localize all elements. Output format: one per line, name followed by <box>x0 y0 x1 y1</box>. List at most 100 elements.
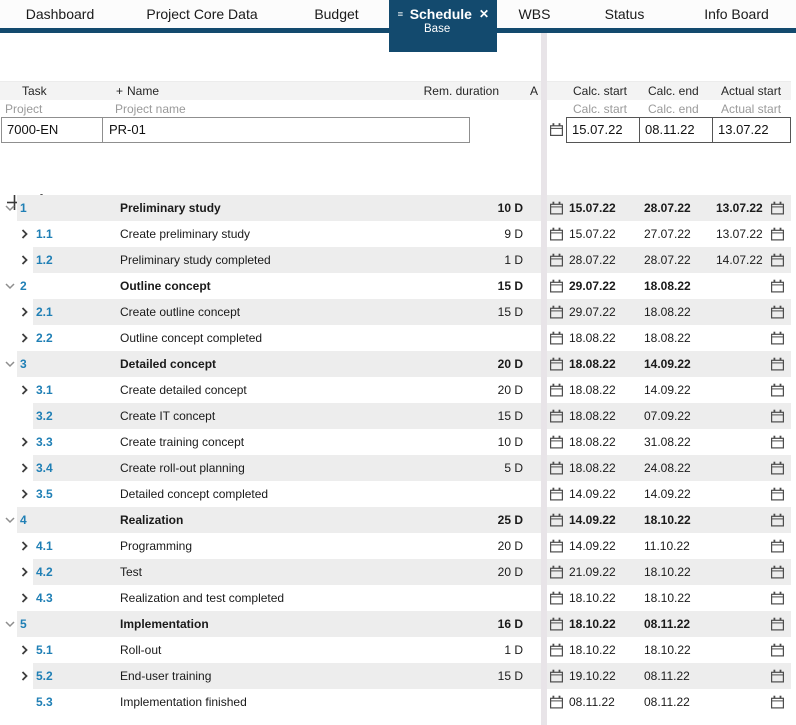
task-calc-start[interactable]: 14.09.22 <box>569 487 616 501</box>
chevron-down-icon[interactable] <box>5 205 15 212</box>
task-row[interactable]: 4.1 Programming 20 D <box>0 533 541 559</box>
task-row[interactable]: 3 Detailed concept 20 D <box>0 351 541 377</box>
header-plus-icon[interactable]: + <box>116 84 123 98</box>
task-dates-row[interactable]: 08.11.22 08.11.22 <box>547 689 791 715</box>
project-id-field[interactable]: 7000-EN <box>2 118 103 142</box>
tab-budget[interactable]: Budget <box>284 0 389 28</box>
calendar-icon[interactable] <box>771 487 784 501</box>
calendar-icon[interactable] <box>771 617 784 631</box>
task-calc-start[interactable]: 14.09.22 <box>569 513 616 527</box>
task-row[interactable]: 5.1 Roll-out 1 D <box>0 637 541 663</box>
task-calc-start[interactable]: 18.08.22 <box>569 461 616 475</box>
task-calc-start[interactable]: 28.07.22 <box>569 253 616 267</box>
tab-wbs[interactable]: WBS <box>497 0 572 28</box>
task-calc-end[interactable]: 18.10.22 <box>644 513 691 527</box>
tab-schedule[interactable]: Schedule ✕ Base <box>389 0 497 52</box>
task-calc-end[interactable]: 14.09.22 <box>644 383 691 397</box>
task-dates-row[interactable]: 21.09.22 18.10.22 <box>547 559 791 585</box>
task-duration[interactable]: 15 D <box>498 409 523 423</box>
task-name[interactable]: Realization and test completed <box>120 591 284 605</box>
task-calc-start[interactable]: 18.10.22 <box>569 617 616 631</box>
calendar-icon[interactable] <box>550 383 563 397</box>
tab-dashboard[interactable]: Dashboard <box>0 0 120 28</box>
task-duration[interactable]: 16 D <box>498 617 523 631</box>
calendar-icon[interactable] <box>771 253 784 267</box>
chevron-right-icon[interactable] <box>21 307 28 317</box>
task-calc-end[interactable]: 18.08.22 <box>644 279 691 293</box>
task-calc-end[interactable]: 27.07.22 <box>644 227 691 241</box>
calendar-icon[interactable] <box>771 461 784 475</box>
hamburger-icon[interactable] <box>398 8 403 20</box>
task-row[interactable]: 3.2 Create IT concept 15 D <box>0 403 541 429</box>
task-calc-start[interactable]: 15.07.22 <box>569 201 616 215</box>
task-row[interactable]: 5.3 Implementation finished <box>0 689 541 715</box>
task-dates-row[interactable]: 29.07.22 18.08.22 <box>547 273 791 299</box>
task-calc-start[interactable]: 18.08.22 <box>569 357 616 371</box>
task-name[interactable]: Preliminary study <box>120 201 221 215</box>
task-row[interactable]: 4.2 Test 20 D <box>0 559 541 585</box>
task-name[interactable]: Create detailed concept <box>120 383 247 397</box>
task-duration[interactable]: 10 D <box>498 201 523 215</box>
task-name[interactable]: Create preliminary study <box>120 227 250 241</box>
calendar-icon[interactable] <box>550 487 563 501</box>
task-duration[interactable]: 15 D <box>498 279 523 293</box>
task-name[interactable]: Detailed concept completed <box>120 487 268 501</box>
project-calc-start-field[interactable]: 15.07.22 <box>566 117 640 143</box>
chevron-down-icon[interactable] <box>5 361 15 368</box>
task-dates-row[interactable]: 15.07.22 28.07.22 13.07.22 <box>547 195 791 221</box>
task-dates-row[interactable]: 18.08.22 18.08.22 <box>547 325 791 351</box>
task-row[interactable]: 1.1 Create preliminary study 9 D <box>0 221 541 247</box>
calendar-icon[interactable] <box>550 591 563 605</box>
task-name[interactable]: Test <box>120 565 142 579</box>
task-name[interactable]: Implementation finished <box>120 695 247 709</box>
tab-project-core-data[interactable]: Project Core Data <box>120 0 284 28</box>
task-calc-end[interactable]: 14.09.22 <box>644 487 691 501</box>
calendar-icon[interactable] <box>550 227 563 241</box>
task-actual-start[interactable]: 14.07.22 <box>716 253 763 267</box>
task-calc-start[interactable]: 15.07.22 <box>569 227 616 241</box>
chevron-right-icon[interactable] <box>21 385 28 395</box>
calendar-icon[interactable] <box>771 201 784 215</box>
calendar-icon[interactable] <box>771 331 784 345</box>
chevron-right-icon[interactable] <box>21 437 28 447</box>
task-dates-row[interactable]: 14.09.22 11.10.22 <box>547 533 791 559</box>
task-name[interactable]: Realization <box>120 513 183 527</box>
chevron-right-icon[interactable] <box>21 333 28 343</box>
task-row[interactable]: 2.2 Outline concept completed <box>0 325 541 351</box>
task-name[interactable]: Outline concept completed <box>120 331 262 345</box>
column-header-truncated[interactable]: A <box>530 84 538 98</box>
calendar-icon[interactable] <box>550 253 563 267</box>
task-calc-end[interactable]: 08.11.22 <box>644 695 690 709</box>
task-name[interactable]: Detailed concept <box>120 357 216 371</box>
task-calc-end[interactable]: 08.11.22 <box>644 669 690 683</box>
task-calc-start[interactable]: 18.08.22 <box>569 409 616 423</box>
task-name[interactable]: Roll-out <box>120 643 161 657</box>
tab-status[interactable]: Status <box>572 0 677 28</box>
chevron-right-icon[interactable] <box>21 255 28 265</box>
task-calc-end[interactable]: 28.07.22 <box>644 253 691 267</box>
calendar-icon[interactable] <box>771 279 784 293</box>
task-duration[interactable]: 1 D <box>504 643 523 657</box>
task-calc-end[interactable]: 18.08.22 <box>644 331 691 345</box>
chevron-right-icon[interactable] <box>21 489 28 499</box>
task-dates-row[interactable]: 28.07.22 28.07.22 14.07.22 <box>547 247 791 273</box>
task-row[interactable]: 5.2 End-user training 15 D <box>0 663 541 689</box>
task-name[interactable]: Preliminary study completed <box>120 253 271 267</box>
chevron-right-icon[interactable] <box>21 645 28 655</box>
task-row[interactable]: 2 Outline concept 15 D <box>0 273 541 299</box>
task-row[interactable]: 1.2 Preliminary study completed 1 D <box>0 247 541 273</box>
project-actual-start-field[interactable]: 13.07.22 <box>712 117 791 143</box>
calendar-icon[interactable] <box>550 565 563 579</box>
task-calc-end[interactable]: 24.08.22 <box>644 461 691 475</box>
task-duration[interactable]: 20 D <box>498 357 523 371</box>
calendar-icon[interactable] <box>550 695 563 709</box>
calendar-icon[interactable] <box>550 435 563 449</box>
task-calc-start[interactable]: 18.08.22 <box>569 383 616 397</box>
chevron-down-icon[interactable] <box>5 283 15 290</box>
calendar-icon[interactable] <box>550 617 563 631</box>
task-calc-end[interactable]: 31.08.22 <box>644 435 691 449</box>
task-name[interactable]: Create training concept <box>120 435 244 449</box>
task-calc-end[interactable]: 18.10.22 <box>644 643 691 657</box>
calendar-icon[interactable] <box>771 643 784 657</box>
task-dates-row[interactable]: 18.10.22 18.10.22 <box>547 637 791 663</box>
